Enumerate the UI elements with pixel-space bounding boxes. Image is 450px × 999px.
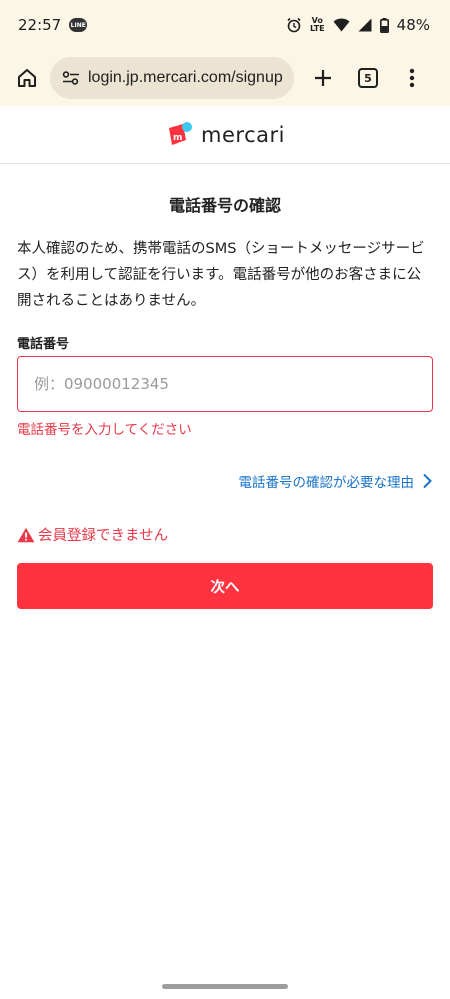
warning-icon <box>17 527 35 542</box>
line-notification-icon: LINE <box>69 18 88 32</box>
phone-error-message: 電話番号を入力してください <box>17 422 192 438</box>
phone-number-input[interactable] <box>17 356 433 412</box>
page-title: 電話番号の確認 <box>168 196 281 215</box>
alarm-icon <box>286 17 302 33</box>
why-phone-needed-link[interactable]: 電話番号の確認が必要な理由 <box>239 470 433 492</box>
volte-icon: Vo LTE <box>309 16 325 33</box>
home-icon <box>18 69 36 87</box>
next-button[interactable]: 次へ <box>17 563 433 609</box>
wifi-icon <box>333 18 350 32</box>
signal-icon <box>358 18 372 32</box>
browser-menu-button[interactable] <box>400 63 424 93</box>
tab-switcher-button[interactable]: 5 <box>358 68 378 88</box>
site-settings-icon[interactable] <box>62 71 80 85</box>
status-right: Vo LTE 48% <box>286 16 430 34</box>
description-text: 本人確認のため、携帯電話のSMS（ショートメッセージサービス）を利用して認証を行… <box>17 241 425 309</box>
network-label: LTE <box>309 24 325 33</box>
phone-field-label: 電話番号 <box>17 337 70 352</box>
battery-percentage: 48% <box>396 16 430 34</box>
svg-text:m: m <box>173 133 182 143</box>
more-vert-icon <box>409 68 415 88</box>
status-time: 22:57 <box>18 16 62 34</box>
plus-icon <box>315 70 331 86</box>
status-left: 22:57 LINE <box>18 16 88 34</box>
status-bar: 22:57 LINE Vo LTE 48% <box>0 0 450 50</box>
new-tab-button[interactable] <box>308 63 338 93</box>
gesture-navigation-bar[interactable] <box>162 984 288 989</box>
mercari-logo-icon[interactable]: m <box>165 121 193 149</box>
battery-icon <box>379 17 389 33</box>
alert-text: 会員登録できません <box>38 528 169 544</box>
chevron-right-icon <box>423 473 432 489</box>
browser-toolbar: login.jp.mercari.com/signup 5 <box>0 50 450 106</box>
address-bar[interactable]: login.jp.mercari.com/signup <box>50 57 294 99</box>
home-button[interactable] <box>12 63 42 93</box>
registration-alert: 会員登録できません <box>17 524 168 545</box>
reason-link-label: 電話番号の確認が必要な理由 <box>238 475 415 491</box>
site-header: m mercari <box>0 106 450 164</box>
url-text: login.jp.mercari.com/signup <box>88 69 283 86</box>
brand-name: mercari <box>201 122 285 147</box>
